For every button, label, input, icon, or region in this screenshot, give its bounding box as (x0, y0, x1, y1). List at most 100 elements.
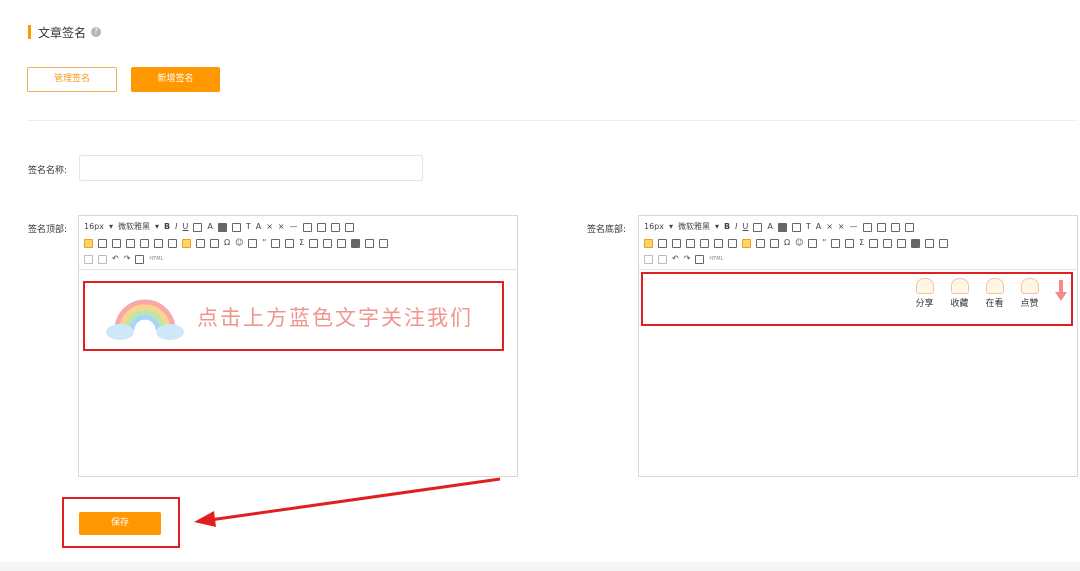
chevron-down-icon[interactable]: ▾ (715, 221, 719, 233)
strikethrough-icon[interactable] (193, 222, 203, 232)
letter-spacing-icon[interactable]: A (256, 221, 261, 233)
subscript-icon[interactable]: × (838, 221, 845, 233)
table-icon[interactable] (271, 238, 281, 248)
background-color-icon[interactable] (217, 222, 227, 232)
align-right-icon[interactable] (672, 238, 681, 248)
horizontal-rule-icon[interactable]: — (850, 221, 858, 233)
line-height-icon[interactable]: T (806, 221, 811, 233)
letter-spacing-icon[interactable]: A (816, 221, 821, 233)
unlink-icon[interactable] (98, 254, 107, 264)
underline-icon[interactable]: U (183, 221, 189, 233)
insert-icon[interactable] (344, 222, 354, 232)
template-icon[interactable] (135, 254, 145, 264)
html-source-button[interactable]: HTML (709, 256, 723, 262)
font-size-select[interactable]: 16px (644, 221, 664, 233)
table-icon[interactable] (831, 238, 841, 248)
magic-wand-icon[interactable] (379, 238, 389, 248)
music-icon[interactable] (925, 238, 935, 248)
help-icon[interactable]: ? (91, 27, 102, 37)
picture-icon[interactable] (309, 238, 319, 248)
template-icon[interactable] (695, 254, 705, 264)
image-icon[interactable] (845, 238, 855, 248)
underline-icon[interactable]: U (743, 221, 749, 233)
gif-icon[interactable] (323, 238, 333, 248)
chevron-down-icon[interactable]: ▾ (109, 221, 113, 233)
font-size-select[interactable]: 16px (84, 221, 104, 233)
add-signature-button[interactable]: 新增签名 (131, 67, 220, 92)
chevron-down-icon[interactable]: ▾ (669, 221, 673, 233)
align-justify-icon[interactable] (686, 238, 695, 248)
font-family-select[interactable]: 微软雅黑 (118, 221, 150, 233)
subscript-icon[interactable]: × (278, 221, 285, 233)
camera-icon[interactable] (897, 238, 907, 248)
format-painter-icon[interactable] (182, 238, 191, 248)
emoji-icon[interactable]: ☺ (795, 237, 803, 249)
insert-icon[interactable] (904, 222, 914, 232)
unlink-icon[interactable] (658, 254, 667, 264)
italic-icon[interactable]: I (735, 221, 737, 233)
gif-icon[interactable] (883, 238, 893, 248)
signature-top-editor[interactable]: 16px ▾ 微软雅黑 ▾ B I U A T A × × — Ω ☺ " Σ … (78, 215, 518, 477)
save-button[interactable]: 保存 (79, 512, 161, 535)
list-icon[interactable] (168, 238, 177, 248)
list-icon[interactable] (728, 238, 737, 248)
quote-icon[interactable]: " (822, 237, 826, 249)
font-color-icon[interactable]: A (767, 221, 772, 233)
text-border-icon[interactable] (791, 222, 801, 232)
video-icon[interactable] (911, 238, 921, 248)
ltr-icon[interactable] (756, 238, 765, 248)
eraser-icon[interactable] (330, 222, 340, 232)
manage-signature-button[interactable]: 管理签名 (27, 67, 117, 92)
paragraph-spacing-icon[interactable] (714, 238, 723, 248)
background-color-icon[interactable] (777, 222, 787, 232)
signature-bottom-editor[interactable]: 16px ▾ 微软雅黑 ▾ B I U A T A × × — Ω ☺ " Σ … (638, 215, 1078, 477)
indent-icon[interactable] (700, 238, 709, 248)
camera-icon[interactable] (337, 238, 347, 248)
chevron-down-icon[interactable]: ▾ (155, 221, 159, 233)
magic-wand-icon[interactable] (939, 238, 949, 248)
format-painter-icon[interactable] (742, 238, 751, 248)
superscript-icon[interactable]: × (266, 221, 273, 233)
search-icon[interactable] (808, 238, 818, 248)
html-source-button[interactable]: HTML (149, 256, 163, 262)
emoji-icon[interactable]: ☺ (235, 237, 243, 249)
indent-icon[interactable] (140, 238, 149, 248)
strikethrough-icon[interactable] (753, 222, 763, 232)
font-family-select[interactable]: 微软雅黑 (678, 221, 710, 233)
link-icon[interactable] (84, 254, 93, 264)
editor-content[interactable]: 分享 收藏 在看 点赞 (639, 270, 1077, 476)
image-icon[interactable] (285, 238, 295, 248)
rtl-icon[interactable] (770, 238, 779, 248)
ltr-icon[interactable] (196, 238, 205, 248)
music-icon[interactable] (365, 238, 375, 248)
align-left-icon[interactable] (84, 238, 93, 248)
text-border-icon[interactable] (231, 222, 241, 232)
align-justify-icon[interactable] (126, 238, 135, 248)
paragraph-spacing-icon[interactable] (154, 238, 163, 248)
search-icon[interactable] (248, 238, 258, 248)
eraser-icon[interactable] (890, 222, 900, 232)
align-center-icon[interactable] (98, 238, 107, 248)
align-center-icon[interactable] (658, 238, 667, 248)
bold-icon[interactable]: B (724, 221, 730, 233)
redo-icon[interactable]: ↷ (684, 253, 691, 265)
page-icon[interactable] (302, 222, 312, 232)
special-char-icon[interactable]: Ω (224, 237, 230, 249)
signature-name-input[interactable] (79, 155, 423, 181)
link-icon[interactable] (644, 254, 653, 264)
editor-content[interactable]: 点击上方蓝色文字关注我们 (79, 270, 517, 476)
picture-icon[interactable] (869, 238, 879, 248)
font-color-icon[interactable]: A (207, 221, 212, 233)
italic-icon[interactable]: I (175, 221, 177, 233)
horizontal-rule-icon[interactable]: — (290, 221, 298, 233)
align-right-icon[interactable] (112, 238, 121, 248)
line-height-icon[interactable]: T (246, 221, 251, 233)
bold-icon[interactable]: B (164, 221, 170, 233)
edit-icon[interactable] (876, 222, 886, 232)
video-icon[interactable] (351, 238, 361, 248)
formula-icon[interactable]: Σ (859, 237, 864, 249)
redo-icon[interactable]: ↷ (124, 253, 131, 265)
rtl-icon[interactable] (210, 238, 219, 248)
page-icon[interactable] (862, 222, 872, 232)
quote-icon[interactable]: " (262, 237, 266, 249)
